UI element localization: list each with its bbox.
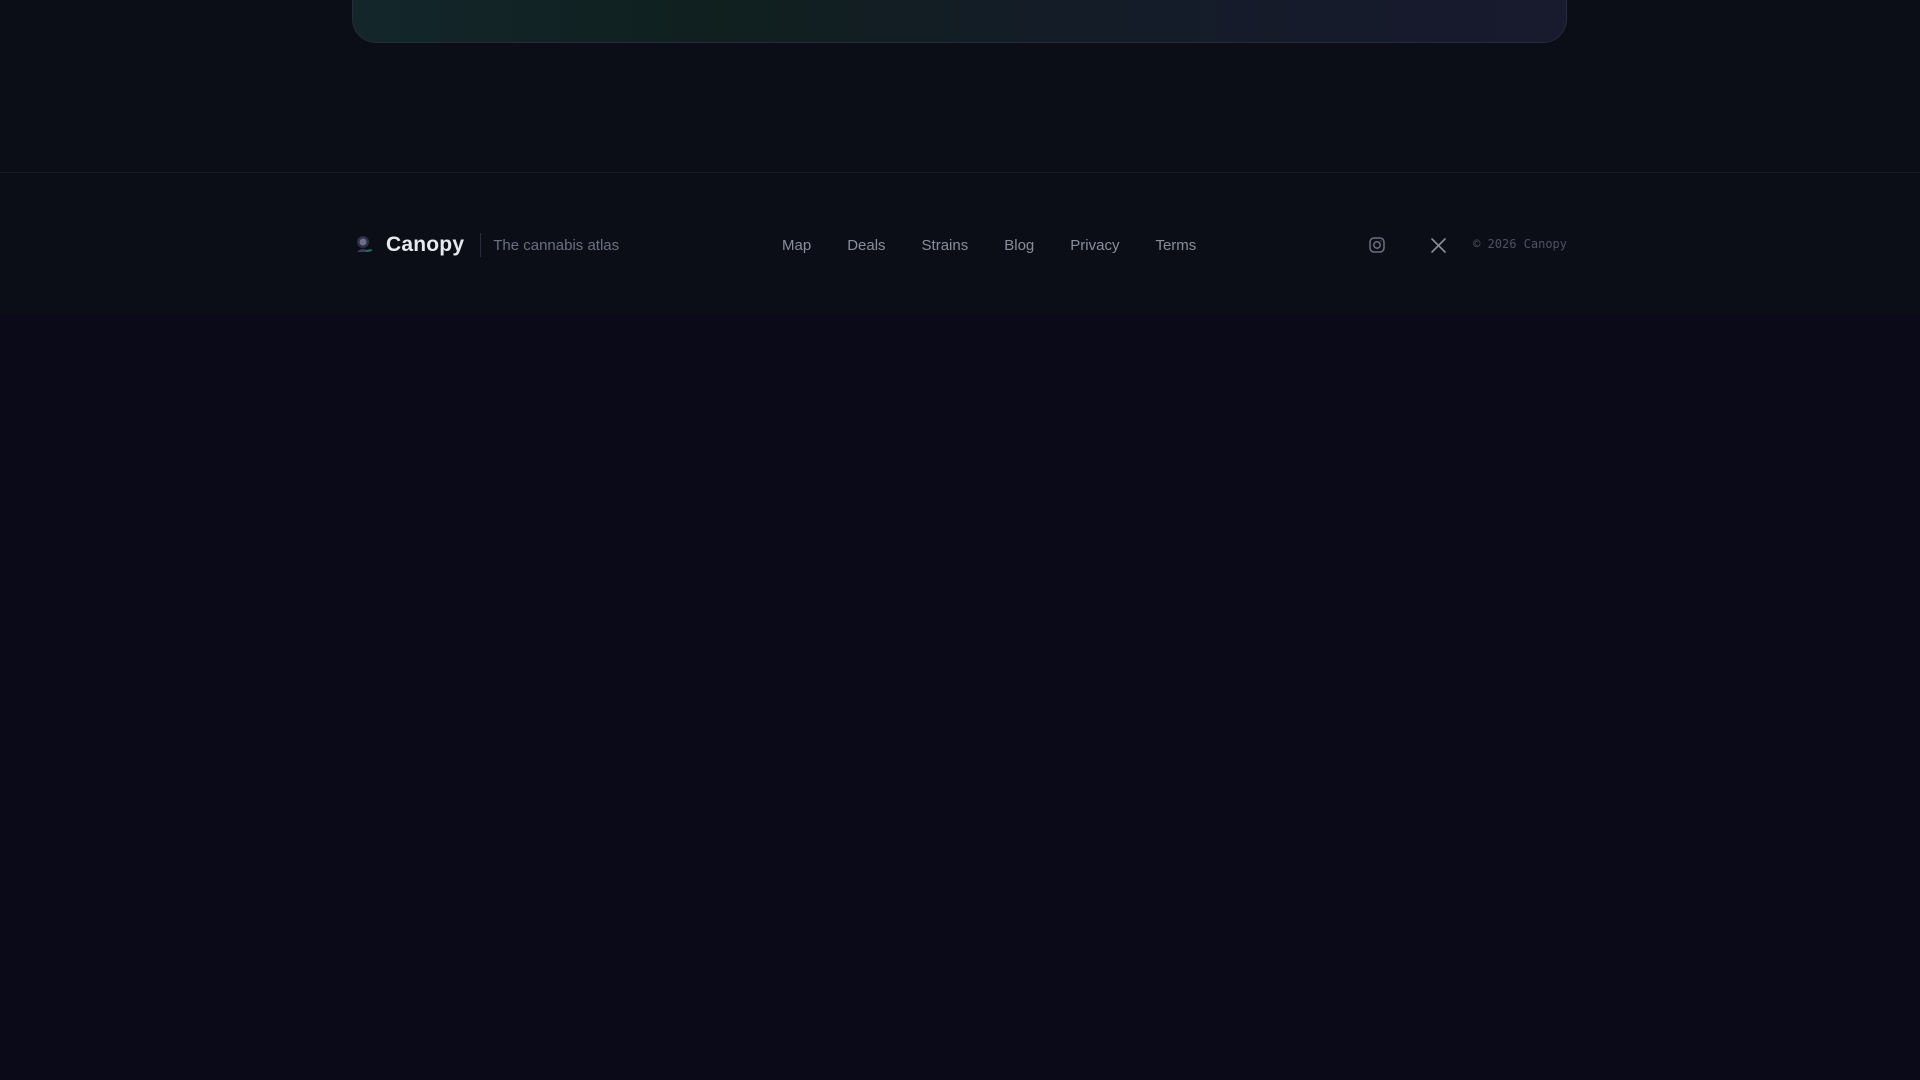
footer-nav: Map Deals Strains Blog Privacy Terms xyxy=(782,235,1232,255)
footer-link-strains[interactable]: Strains xyxy=(922,237,969,254)
footer-link-deals[interactable]: Deals xyxy=(847,237,885,254)
footer-link-map[interactable]: Map xyxy=(782,237,811,254)
brand-tagline: The cannabis atlas xyxy=(493,236,620,254)
page-lower-background xyxy=(0,314,1920,1080)
copyright-text: © 2026 Canopy xyxy=(1473,237,1567,251)
brand-divider xyxy=(480,233,482,257)
x-icon[interactable] xyxy=(1427,234,1449,256)
footer-link-privacy[interactable]: Privacy xyxy=(1070,237,1119,254)
canopy-logo-icon xyxy=(352,234,374,256)
footer-link-blog[interactable]: Blog xyxy=(1004,237,1034,254)
hero-card-bottom xyxy=(352,0,1567,43)
site-footer: Canopy The cannabis atlas Map Deals Stra… xyxy=(0,172,1920,314)
footer-brand[interactable]: Canopy The cannabis atlas xyxy=(352,231,619,259)
page-top-section xyxy=(0,0,1920,172)
footer-link-terms[interactable]: Terms xyxy=(1155,237,1196,254)
brand-name: Canopy xyxy=(386,233,465,256)
instagram-icon[interactable] xyxy=(1366,234,1388,256)
footer-inner: Canopy The cannabis atlas Map Deals Stra… xyxy=(352,173,1567,314)
